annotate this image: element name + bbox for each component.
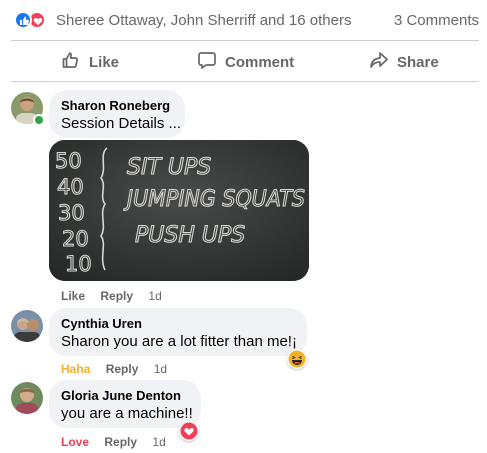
online-status-dot (33, 114, 45, 126)
comment-count[interactable]: 3 Comments (394, 12, 479, 29)
share-label: Share (397, 53, 439, 71)
reaction-icons[interactable] (14, 11, 50, 29)
board-number: 10 (65, 252, 92, 276)
reply-link[interactable]: Reply (104, 435, 137, 449)
reply-link[interactable]: Reply (106, 362, 139, 376)
thumbs-up-icon (61, 50, 81, 74)
comment-meta: Love Reply 1d (61, 435, 166, 449)
reaction-label[interactable]: Love (61, 435, 89, 449)
comment-text: you are a machine!! (61, 405, 193, 422)
like-comment-link[interactable]: Like (61, 289, 85, 303)
comment-author[interactable]: Cynthia Uren (61, 316, 142, 331)
board-number: 40 (57, 175, 84, 199)
comment-label: Comment (225, 53, 295, 71)
comment-button[interactable]: Comment (197, 44, 294, 80)
board-number: 50 (55, 149, 82, 173)
comment-timestamp[interactable]: 1d (154, 362, 167, 376)
board-number: 30 (58, 201, 85, 225)
share-icon (369, 50, 389, 74)
comment-author[interactable]: Sharon Roneberg (61, 98, 170, 113)
reactions-summary: Sheree Ottaway, John Sherriff and 16 oth… (11, 8, 479, 32)
haha-icon[interactable] (287, 349, 307, 369)
board-number: 20 (62, 227, 89, 251)
like-button[interactable]: Like (61, 44, 119, 80)
avatar[interactable] (11, 310, 43, 342)
love-icon[interactable] (179, 421, 199, 441)
reply-link[interactable]: Reply (100, 289, 133, 303)
board-text: PUSH UPS (135, 223, 245, 248)
share-button[interactable]: Share (369, 44, 439, 80)
divider (11, 40, 479, 41)
comment-photo[interactable]: 50 40 30 20 10 SIT UPS JUMPING SQUATS PU… (49, 140, 309, 281)
comment-timestamp[interactable]: 1d (152, 435, 165, 449)
like-icon (14, 11, 32, 29)
comment-meta: Like Reply 1d (61, 289, 162, 303)
comment-bubble: Cynthia Uren Sharon you are a lot fitter… (49, 308, 307, 356)
action-bar: Like Comment Share (11, 44, 479, 80)
avatar[interactable] (11, 382, 43, 414)
board-text: JUMPING SQUATS (123, 187, 305, 212)
like-label: Like (89, 53, 120, 71)
comment-icon (197, 50, 217, 74)
comment-meta: Haha Reply 1d (61, 362, 167, 376)
comment-bubble: Sharon Roneberg Session Details ... (49, 90, 185, 138)
comment-author[interactable]: Gloria June Denton (61, 388, 181, 403)
divider (11, 81, 479, 82)
reaction-label[interactable]: Haha (61, 362, 90, 376)
board-text: SIT UPS (127, 155, 211, 180)
reactors-text[interactable]: Sheree Ottaway, John Sherriff and 16 oth… (56, 12, 351, 29)
comment-text: Sharon you are a lot fitter than me!¡ (61, 333, 297, 350)
comment-text: Session Details ... (61, 115, 182, 132)
comment-timestamp[interactable]: 1d (148, 289, 161, 303)
